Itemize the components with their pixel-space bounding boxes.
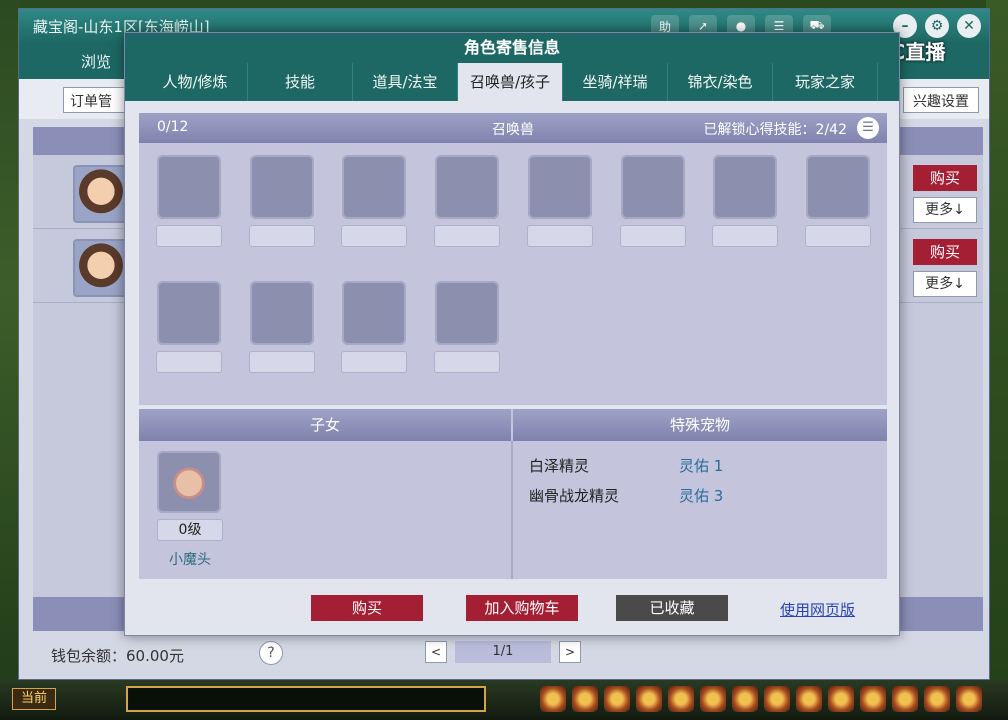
summon-slot-label (434, 225, 500, 247)
dock-item-icon[interactable] (700, 686, 726, 712)
tab-player-home[interactable]: 玩家之家 (773, 63, 878, 101)
row-buy-button[interactable]: 购买 (913, 239, 977, 265)
row-more-button[interactable]: 更多↓ (913, 271, 977, 297)
dock-item-icon[interactable] (636, 686, 662, 712)
summon-slot-label (805, 225, 871, 247)
summon-slot[interactable] (528, 155, 592, 219)
summon-slot-label (249, 351, 315, 373)
dock-item-icon[interactable] (924, 686, 950, 712)
page-indicator: 1/1 (455, 641, 551, 663)
game-hud-bar: 当前 (0, 680, 1008, 720)
special-pet-name: 白泽精灵 (529, 457, 590, 475)
section-divider (511, 441, 513, 579)
row-more-button[interactable]: 更多↓ (913, 197, 977, 223)
summon-slot[interactable] (342, 281, 406, 345)
dock-item-icon[interactable] (828, 686, 854, 712)
summon-slot-label (712, 225, 778, 247)
child-level: 0级 (157, 519, 223, 541)
buy-button[interactable]: 购买 (311, 595, 423, 621)
dock-item-icon[interactable] (604, 686, 630, 712)
favorited-button[interactable]: 已收藏 (616, 595, 728, 621)
tab-costumes[interactable]: 锦衣/染色 (668, 63, 773, 101)
child-portrait[interactable] (157, 451, 221, 513)
dock-item-icon[interactable] (860, 686, 886, 712)
summon-panel: 0/12 召唤兽 已解锁心得技能：2/42 ☰ (139, 113, 887, 405)
window-controls: – ⚙ ✕ (893, 14, 981, 38)
close-icon[interactable]: ✕ (957, 14, 981, 38)
list-menu-icon[interactable]: ☰ (857, 117, 879, 139)
summon-slot-label (620, 225, 686, 247)
avatar (73, 165, 129, 223)
summon-slot-label (527, 225, 593, 247)
dialog-title: 角色寄售信息 (125, 33, 899, 63)
tab-character[interactable]: 人物/修炼 (143, 63, 248, 101)
row-buy-button[interactable]: 购买 (913, 165, 977, 191)
dock-item-icon[interactable] (764, 686, 790, 712)
summon-slot-label (341, 351, 407, 373)
dock-item-icon[interactable] (892, 686, 918, 712)
tab-mounts[interactable]: 坐骑/祥瑞 (563, 63, 668, 101)
summon-slot[interactable] (342, 155, 406, 219)
help-circle-icon[interactable]: ? (259, 641, 283, 665)
dock-item-icon[interactable] (956, 686, 982, 712)
summon-slot[interactable] (250, 155, 314, 219)
summon-slot[interactable] (435, 155, 499, 219)
add-to-cart-button[interactable]: 加入购物车 (466, 595, 578, 621)
special-pets-header: 特殊宠物 (513, 409, 887, 441)
dialog-tabs: 人物/修炼 技能 道具/法宝 召唤兽/孩子 坐骑/祥瑞 锦衣/染色 玩家之家 (125, 63, 899, 101)
summon-slot[interactable] (621, 155, 685, 219)
prev-page-button[interactable]: < (425, 641, 447, 663)
wallet-balance: 钱包余额：60.00元 (51, 647, 184, 665)
child-name[interactable]: 小魔头 (157, 549, 223, 569)
children-and-pets-panel: 子女 特殊宠物 0级 小魔头 白泽精灵 灵佑 1 幽骨战龙精灵 灵佑 3 (139, 409, 887, 579)
dock-item-icon[interactable] (572, 686, 598, 712)
summon-slot-label (249, 225, 315, 247)
tab-items[interactable]: 道具/法宝 (353, 63, 458, 101)
use-web-version-link[interactable]: 使用网页版 (780, 599, 855, 620)
chat-input[interactable] (126, 686, 486, 712)
summon-slot[interactable] (250, 281, 314, 345)
game-dock (540, 686, 982, 712)
summon-slot-label (156, 351, 222, 373)
pagination: < 1/1 > (425, 641, 581, 663)
special-pet-value: 灵佑 1 (679, 457, 724, 475)
summon-slot[interactable] (157, 281, 221, 345)
avatar (73, 239, 129, 297)
role-consignment-dialog: 角色寄售信息 人物/修炼 技能 道具/法宝 召唤兽/孩子 坐骑/祥瑞 锦衣/染色… (124, 32, 900, 636)
dock-item-icon[interactable] (668, 686, 694, 712)
summon-slot[interactable] (435, 281, 499, 345)
dock-item-icon[interactable] (732, 686, 758, 712)
skills-unlocked: 已解锁心得技能：2/42 (703, 122, 847, 138)
summon-slot[interactable] (157, 155, 221, 219)
summon-slot[interactable] (806, 155, 870, 219)
tab-skills[interactable]: 技能 (248, 63, 353, 101)
children-header: 子女 (139, 409, 511, 441)
special-pet-name: 幽骨战龙精灵 (529, 487, 620, 505)
settings-gear-icon[interactable]: ⚙ (925, 14, 949, 38)
special-pet-value: 灵佑 3 (679, 487, 724, 505)
summon-header: 0/12 召唤兽 已解锁心得技能：2/42 ☰ (139, 113, 887, 143)
summon-slot[interactable] (713, 155, 777, 219)
tab-summons[interactable]: 召唤兽/孩子 (458, 63, 563, 101)
summon-slot-label (341, 225, 407, 247)
chat-channel-button[interactable]: 当前 (12, 688, 56, 710)
interest-settings-button[interactable]: 兴趣设置 (903, 87, 979, 113)
dock-item-icon[interactable] (540, 686, 566, 712)
next-page-button[interactable]: > (559, 641, 581, 663)
summon-slot-label (156, 225, 222, 247)
tab-browse[interactable]: 浏览 (81, 51, 111, 72)
dock-item-icon[interactable] (796, 686, 822, 712)
summon-slot-label (434, 351, 500, 373)
